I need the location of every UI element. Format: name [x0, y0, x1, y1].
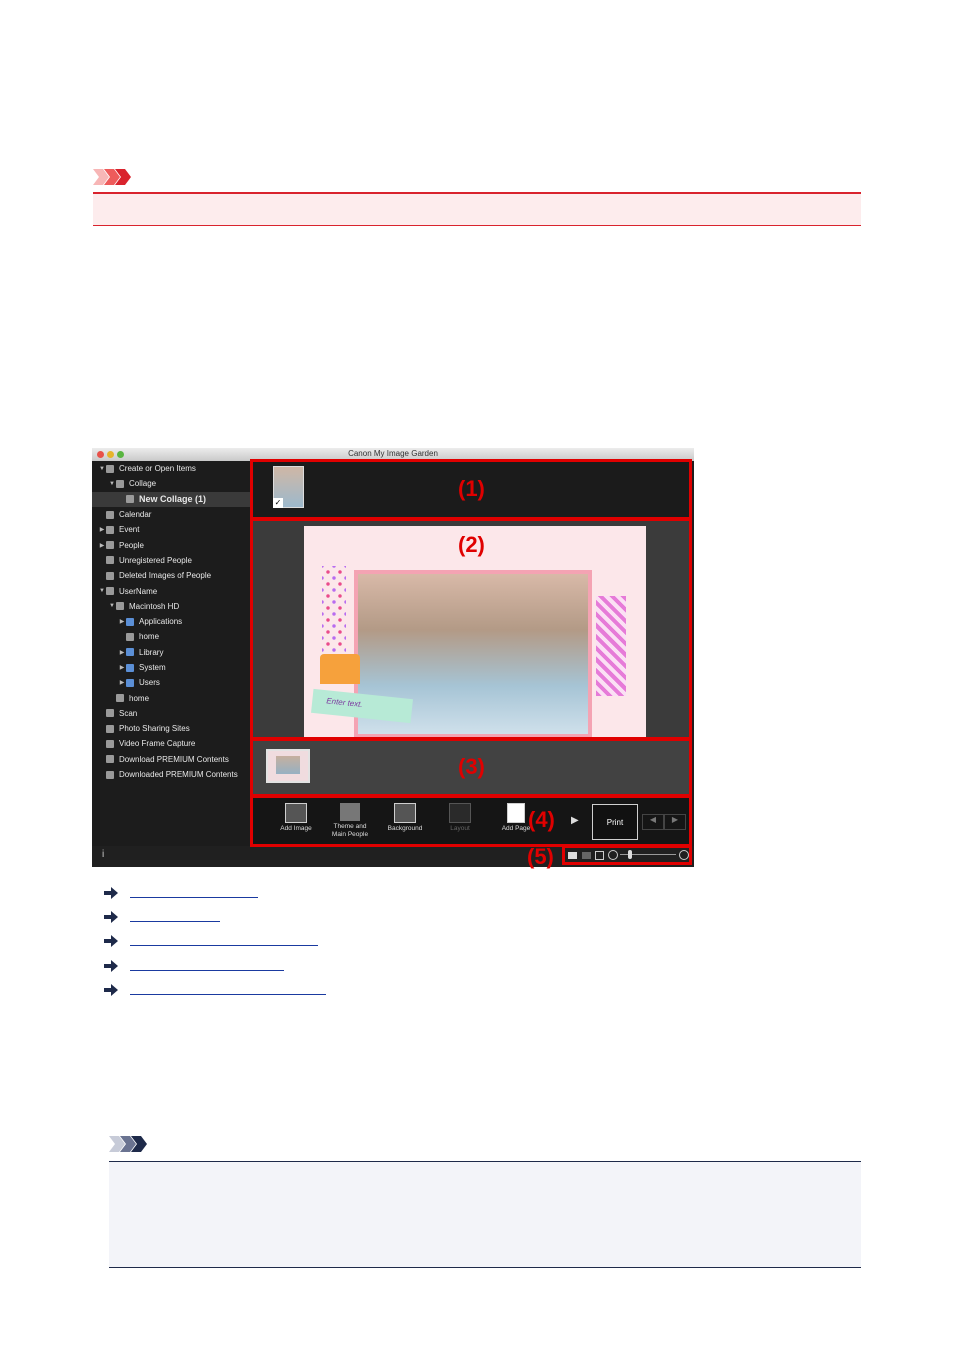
item-icon — [106, 739, 114, 748]
sidebar-item[interactable]: ▶ System — [92, 660, 250, 675]
item-icon — [106, 464, 114, 473]
note-box — [109, 1161, 861, 1268]
callout-label-4: (4) — [528, 807, 555, 832]
sidebar-item-label: Deleted Images of People — [119, 571, 212, 581]
sidebar-item-label: Downloaded PREMIUM Contents — [119, 770, 238, 780]
sidebar-item-label: Library — [139, 647, 164, 657]
folder-icon — [126, 648, 134, 657]
sidebar-item-label: Unregistered People — [119, 555, 192, 565]
sidebar-item[interactable]: Download PREMIUM Contents — [92, 752, 250, 767]
sidebar-item-label: Photo Sharing Sites — [119, 724, 190, 734]
global-menu: ▼ Create or Open Items ▼ Collage New Collage… — [92, 461, 250, 846]
sidebar-item-label: New Collage (1) — [139, 494, 207, 505]
sidebar-item-label: People — [119, 540, 144, 550]
link-edit-area[interactable] — [104, 908, 220, 926]
disclosure-triangle-icon[interactable]: ▼ — [98, 466, 106, 472]
disclosure-triangle-icon[interactable]: ▶ — [118, 679, 126, 686]
disclosure-triangle-icon[interactable]: ▶ — [98, 542, 106, 549]
sidebar-item[interactable]: ▼ Collage — [92, 476, 250, 491]
disclosure-triangle-icon[interactable]: ▶ — [98, 526, 106, 533]
arrow-right-icon — [104, 935, 118, 947]
app-window: Canon My Image Garden ▼ Create or Open It… — [92, 448, 694, 869]
note-icon — [109, 1136, 147, 1152]
item-icon — [126, 495, 134, 504]
sidebar-item[interactable]: Downloaded PREMIUM Contents — [92, 767, 250, 782]
disclosure-triangle-icon[interactable]: ▼ — [98, 588, 106, 594]
callout-box-4 — [250, 795, 692, 847]
item-icon — [106, 709, 114, 718]
link-item-area[interactable] — [104, 884, 258, 902]
sidebar-item-label: UserName — [119, 586, 158, 596]
item-icon — [106, 587, 114, 596]
item-icon — [106, 525, 114, 534]
arrow-right-icon — [104, 984, 118, 996]
sidebar-item-label: Download PREMIUM Contents — [119, 754, 229, 764]
item-icon — [106, 556, 114, 565]
item-icon — [106, 770, 114, 779]
sidebar-item[interactable]: home — [92, 690, 250, 705]
sidebar-item-label: Calendar — [119, 510, 152, 520]
sidebar-item-label: Users — [139, 678, 160, 688]
sidebar-item[interactable]: ▶ Users — [92, 675, 250, 690]
disclosure-triangle-icon[interactable]: ▶ — [118, 649, 126, 656]
sidebar-item[interactable]: Video Frame Capture — [92, 736, 250, 751]
arrow-right-icon — [104, 960, 118, 972]
disclosure-triangle-icon[interactable]: ▼ — [108, 481, 116, 487]
item-icon — [106, 510, 114, 519]
callout-label-3: (3) — [458, 754, 485, 779]
item-icon — [126, 632, 134, 641]
folder-icon — [126, 663, 134, 672]
sidebar-item[interactable]: Deleted Images of People — [92, 568, 250, 583]
callout-label-2: (2) — [458, 532, 485, 557]
important-icon — [93, 169, 131, 185]
sidebar-item[interactable]: ▶ Applications — [92, 614, 250, 629]
sidebar-item[interactable]: home — [92, 629, 250, 644]
folder-icon — [126, 678, 134, 687]
callout-label-1: (1) — [458, 476, 485, 501]
sidebar-item-label: Collage — [129, 479, 157, 489]
callout-label-5: (5) — [527, 844, 554, 869]
item-icon — [106, 571, 114, 580]
sidebar-item[interactable]: ▶ Library — [92, 645, 250, 660]
arrow-right-icon — [104, 887, 118, 899]
disclosure-triangle-icon[interactable]: ▼ — [108, 603, 116, 609]
window-title: Canon My Image Garden — [348, 449, 438, 458]
arrow-right-icon — [104, 911, 118, 923]
sidebar-item[interactable]: New Collage (1) — [92, 491, 250, 507]
sidebar-item[interactable]: Calendar — [92, 507, 250, 522]
sidebar-item-label: Event — [119, 525, 140, 535]
sidebar-item-label: Macintosh HD — [129, 601, 180, 611]
callout-box-5 — [562, 845, 692, 865]
item-icon — [116, 694, 124, 703]
sidebar-item-label: Video Frame Capture — [119, 739, 196, 749]
item-icon — [116, 479, 124, 488]
sidebar-item-label: Scan — [119, 708, 138, 718]
sidebar-item-label: home — [139, 632, 160, 642]
sidebar-item[interactable]: ▶ People — [92, 537, 250, 552]
sidebar-item[interactable]: Photo Sharing Sites — [92, 721, 250, 736]
item-icon — [116, 602, 124, 611]
folder-icon — [126, 617, 134, 626]
link-pages-area[interactable] — [104, 932, 318, 950]
sidebar-item[interactable]: Scan — [92, 706, 250, 721]
sidebar-item[interactable]: ▼ Macintosh HD — [92, 599, 250, 614]
sidebar-item[interactable]: ▶ Event — [92, 522, 250, 537]
sidebar-item[interactable]: Unregistered People — [92, 553, 250, 568]
item-icon — [106, 724, 114, 733]
sidebar-item-label: Applications — [139, 617, 183, 627]
sidebar-item-label: Create or Open Items — [119, 464, 196, 474]
sidebar-item[interactable]: ▼ Create or Open Items — [92, 461, 250, 476]
sidebar-item-label: home — [129, 693, 150, 703]
item-icon — [106, 541, 114, 550]
disclosure-triangle-icon[interactable]: ▶ — [118, 618, 126, 625]
important-box — [93, 192, 861, 226]
item-icon — [106, 755, 114, 764]
sidebar-item-label: System — [139, 663, 166, 672]
info-icon[interactable]: i — [102, 849, 104, 860]
link-display-settings[interactable] — [104, 981, 326, 999]
link-operation-buttons[interactable] — [104, 957, 284, 975]
disclosure-triangle-icon[interactable]: ▶ — [118, 664, 126, 671]
sidebar-item[interactable]: ▼ UserName — [92, 583, 250, 598]
